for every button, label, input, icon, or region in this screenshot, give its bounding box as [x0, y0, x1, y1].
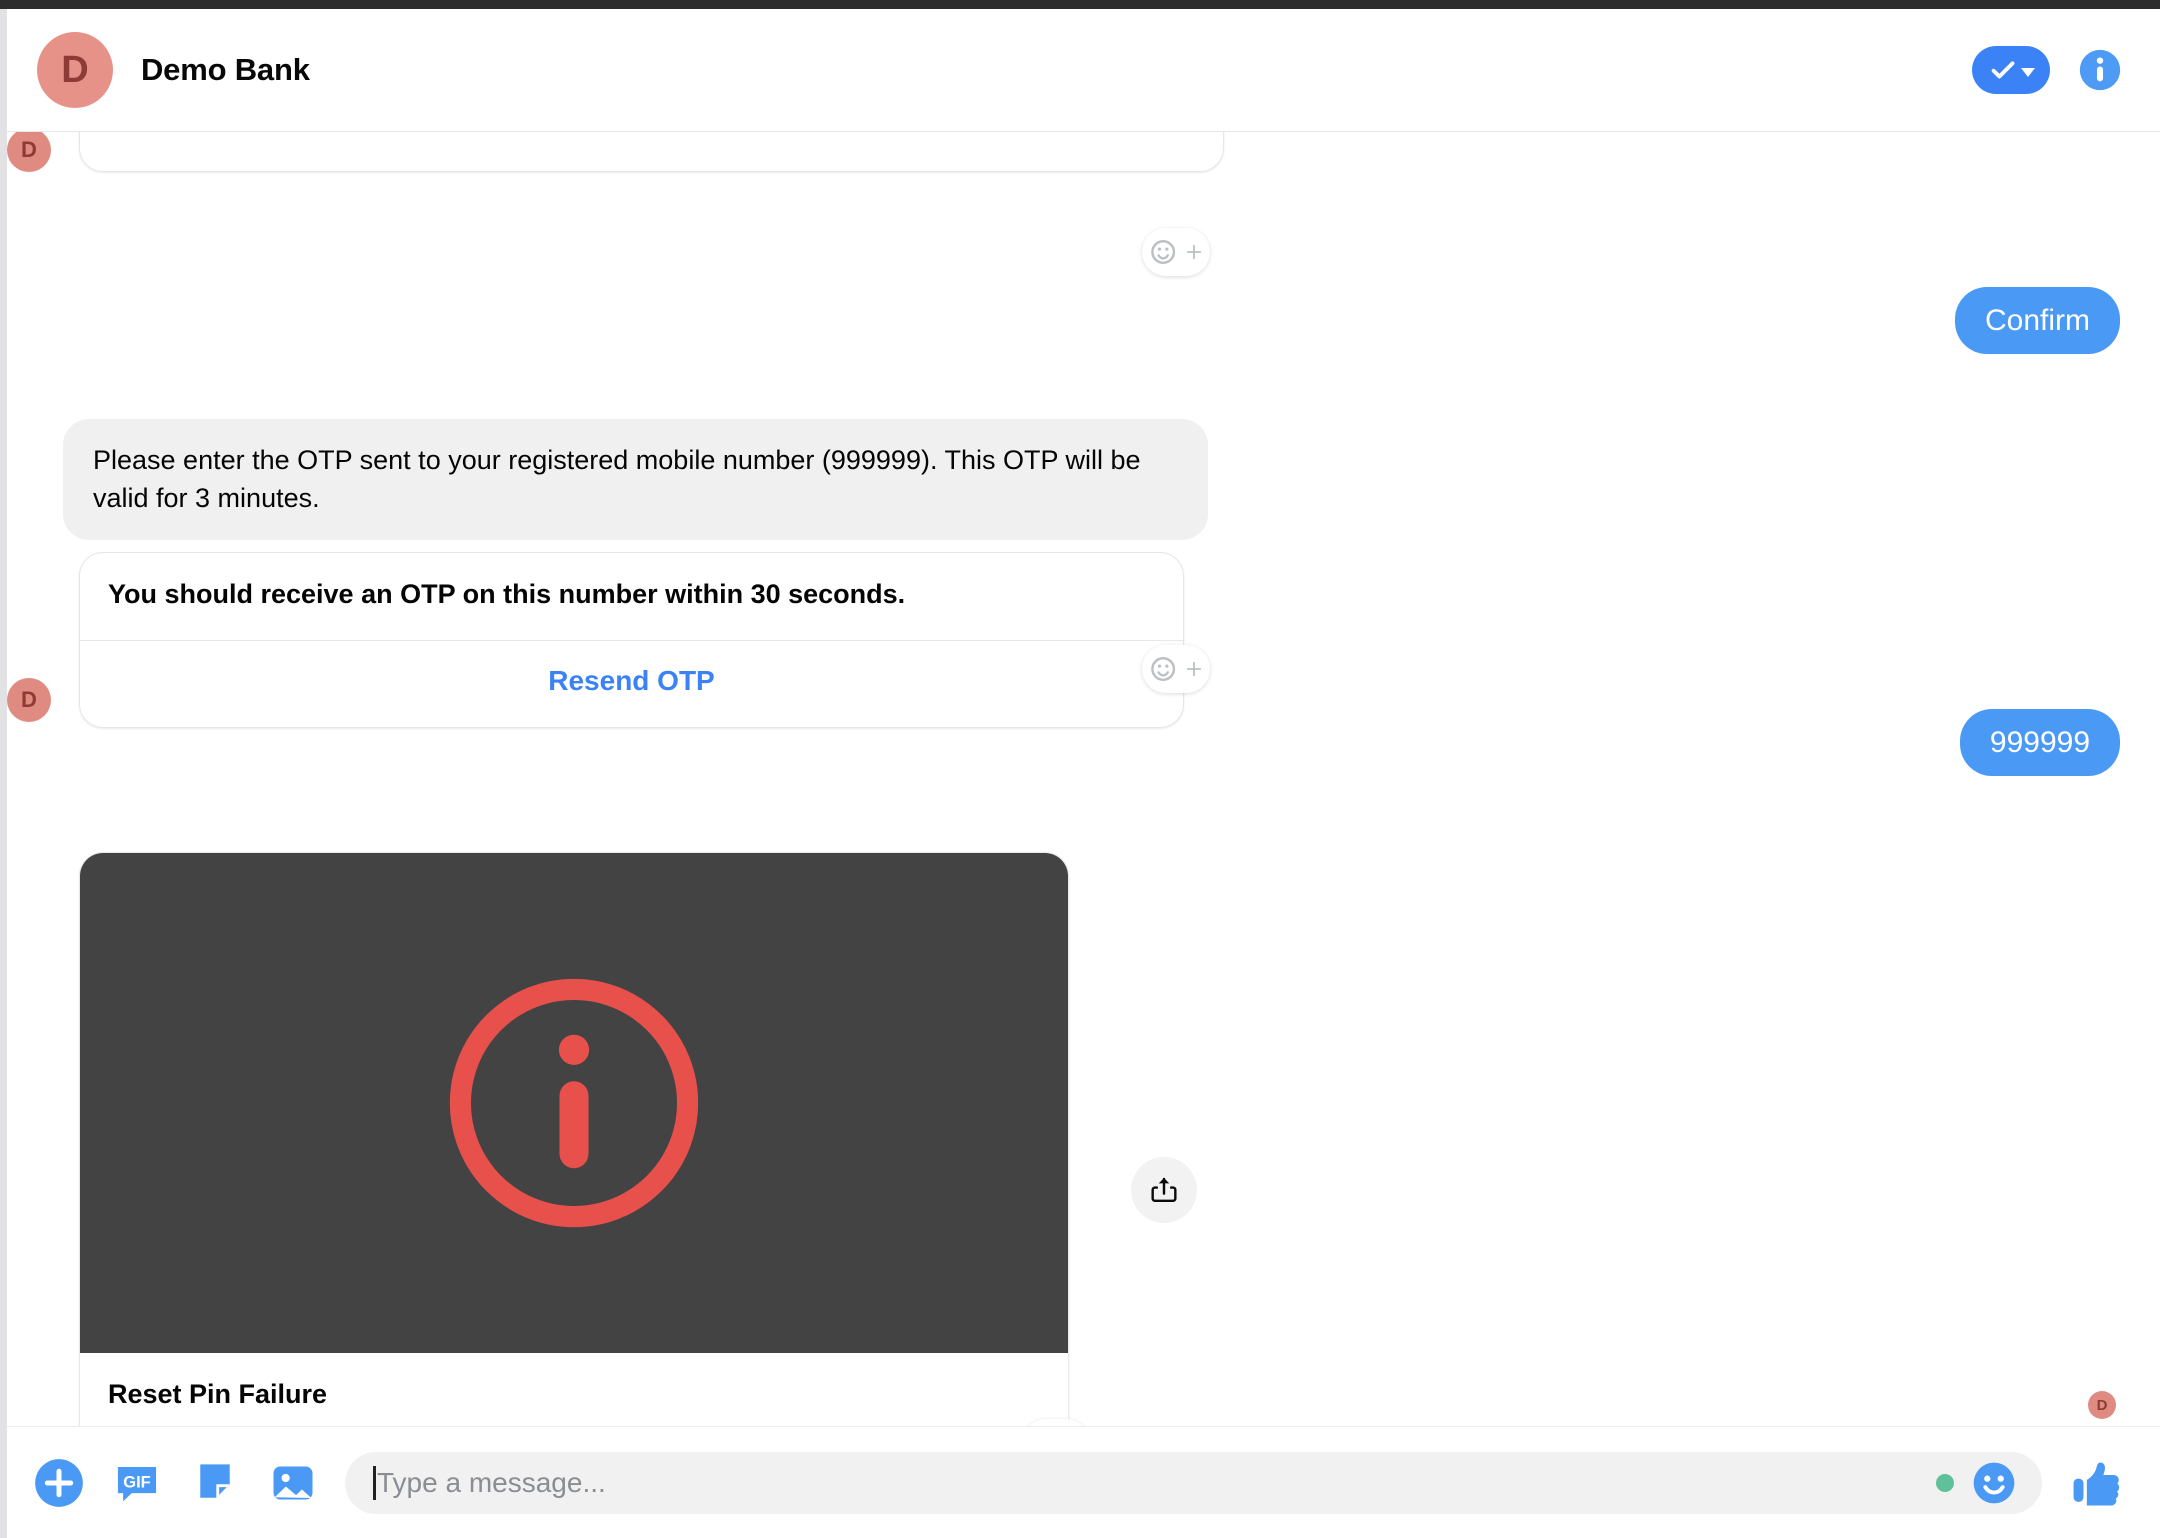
resend-otp-button[interactable]: Resend OTP: [80, 641, 1183, 727]
message-row-partial: D: [7, 132, 1224, 172]
card-title: Reset Pin Failure: [108, 1379, 328, 1409]
avatar: D: [7, 132, 51, 172]
window-top-bar: [0, 0, 2160, 9]
thumbs-up-icon[interactable]: [2068, 1454, 2126, 1512]
chevron-down-icon: [2020, 67, 2035, 77]
add-reaction-button[interactable]: [1142, 645, 1210, 693]
message-input-placeholder: Type a message...: [377, 1466, 606, 1498]
card-headline: You should receive an OTP on this number…: [108, 579, 906, 609]
svg-text:GIF: GIF: [123, 1473, 150, 1491]
otp-resend-card: You should receive an OTP on this number…: [79, 552, 1184, 728]
avatar-initial: D: [2096, 1396, 2108, 1414]
emoji-icon[interactable]: [1968, 1457, 2020, 1509]
header-actions: [1972, 46, 2122, 94]
window-left-edge: [0, 9, 7, 1538]
message-row-incoming: Please enter the OTP sent to your regist…: [63, 419, 1208, 540]
text-cursor: [373, 1465, 376, 1500]
message-bubble-outgoing[interactable]: 999999: [1959, 709, 2120, 776]
check-dropdown-button[interactable]: [1972, 46, 2050, 94]
card-subtitle: Something went wrong in resetting your p…: [108, 1418, 1040, 1426]
info-icon[interactable]: [2078, 48, 2122, 92]
message-row-outgoing: 999999: [1959, 709, 2120, 776]
reset-pin-failure-card[interactable]: Reset Pin Failure Something went wrong i…: [79, 852, 1069, 1426]
smiley-icon: [1150, 240, 1175, 264]
messenger-window: D Demo Bank D Confirm Please enter the O…: [7, 9, 2160, 1538]
gif-icon[interactable]: GIF: [111, 1457, 163, 1509]
conversation-header: D Demo Bank: [7, 9, 2160, 132]
message-bubble-incoming[interactable]: Please enter the OTP sent to your regist…: [63, 419, 1208, 540]
sticker-icon[interactable]: [189, 1457, 241, 1509]
add-attachment-icon[interactable]: [33, 1457, 85, 1509]
add-reaction-button[interactable]: [1142, 228, 1210, 276]
avatar: D: [7, 678, 51, 722]
message-bubble-outgoing[interactable]: Confirm: [1954, 287, 2120, 354]
check-icon: [1991, 61, 2014, 79]
card-body: Reset Pin Failure Something went wrong i…: [80, 1353, 1068, 1426]
photo-icon[interactable]: [267, 1457, 319, 1509]
avatar-initial: D: [61, 48, 89, 91]
smiley-icon: [1150, 657, 1175, 681]
status-dot: [1936, 1473, 1954, 1492]
avatar-initial: D: [21, 687, 37, 712]
message-row-media-card: D Reset Pin Failure Something went wrong…: [7, 852, 1069, 1426]
avatar[interactable]: D: [37, 32, 113, 108]
message-row-card: D You should receive an OTP on this numb…: [7, 552, 1184, 728]
message-composer: GIF Type a message...: [7, 1426, 2160, 1538]
plus-icon: [1186, 244, 1201, 260]
message-thread[interactable]: D Confirm Please enter the OTP sent to y…: [7, 132, 2160, 1426]
info-circle-icon: [449, 978, 699, 1228]
page-title: Demo Bank: [141, 52, 310, 87]
message-card-partial[interactable]: [79, 132, 1224, 172]
card-image[interactable]: [80, 853, 1068, 1353]
avatar-initial: D: [21, 137, 37, 162]
message-input[interactable]: Type a message...: [345, 1451, 2042, 1514]
plus-icon: [1186, 661, 1201, 677]
seen-avatar: D: [2088, 1391, 2116, 1419]
share-button[interactable]: [1131, 1157, 1197, 1223]
message-row-outgoing: Confirm: [1954, 287, 2120, 354]
share-icon: [1151, 1177, 1177, 1202]
